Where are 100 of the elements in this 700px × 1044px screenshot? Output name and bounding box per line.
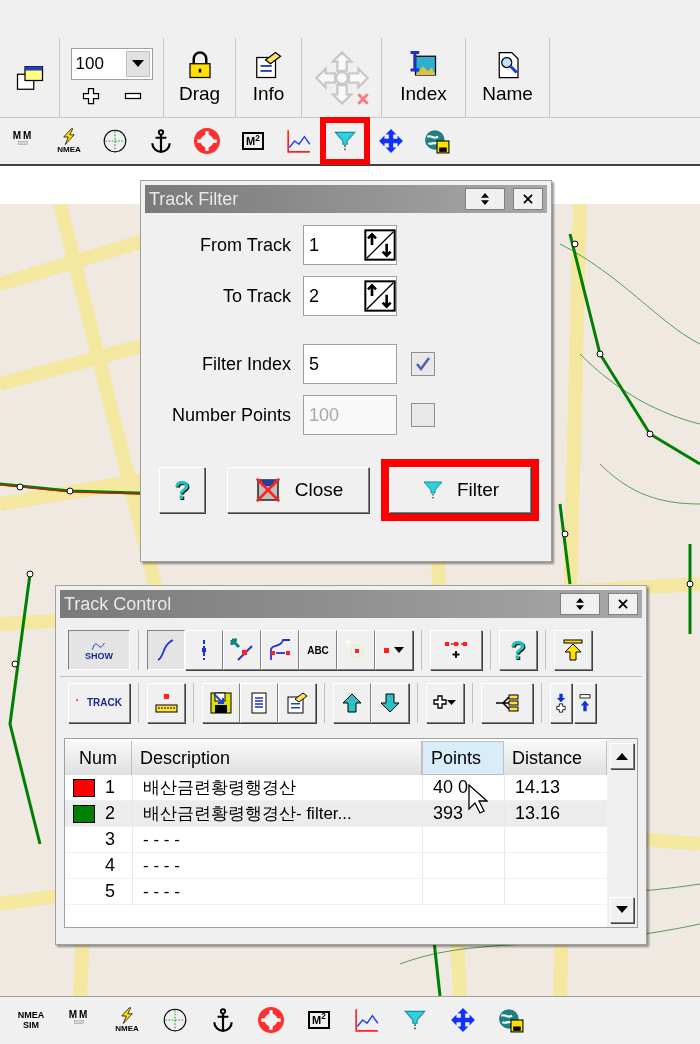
- list-button[interactable]: [240, 682, 278, 723]
- anchor-icon: [210, 1006, 236, 1033]
- table-cell-text: 1: [105, 776, 115, 799]
- filter-button[interactable]: Filter: [389, 467, 531, 513]
- field-label: From Track: [199, 233, 292, 257]
- window-title: Track Control: [64, 592, 173, 616]
- track-point: [561, 530, 569, 538]
- magnifier-document-tool-button[interactable]: Name: [482, 49, 533, 106]
- close-button[interactable]: [513, 188, 543, 210]
- caret-icon: [131, 60, 144, 68]
- checkbox[interactable]: [411, 352, 435, 376]
- sparkle-point-button[interactable]: [337, 630, 375, 670]
- table-cell-text: 3: [105, 828, 115, 851]
- arrow-top-button[interactable]: [554, 630, 592, 670]
- point-dropdown-icon: [383, 646, 405, 654]
- vertical-point-icon: [201, 638, 207, 662]
- input-field[interactable]: 5: [303, 344, 397, 384]
- nmeasim-tool-button[interactable]: NMEA SIM: [10, 999, 52, 1040]
- vertical-point-button[interactable]: [185, 630, 223, 670]
- column-header[interactable]: Distance: [504, 741, 607, 775]
- plus-dropdown-button[interactable]: [426, 682, 464, 723]
- spin-arrows-icon: [364, 280, 396, 312]
- zoom-combo-box[interactable]: 100: [70, 48, 153, 80]
- move-point-button[interactable]: [223, 630, 261, 670]
- close-icon: [521, 192, 535, 206]
- zoom-in-button[interactable]: [80, 86, 101, 106]
- field-label: Number Points: [170, 403, 292, 427]
- show-tracks-button[interactable]: SHOW: [68, 630, 130, 670]
- table-cell: - - - -: [143, 882, 180, 901]
- down-arrow-button[interactable]: [371, 682, 409, 723]
- track-point: [596, 350, 604, 358]
- track-button[interactable]: TRACK: [68, 682, 130, 723]
- nmea-tool-button[interactable]: NMEA: [48, 121, 90, 161]
- track-point: [11, 660, 19, 668]
- down-arrow-icon: [378, 690, 402, 715]
- table-cell: - - - -: [143, 856, 180, 875]
- column-header[interactable]: Num: [65, 741, 132, 775]
- point-dropdown-button[interactable]: [375, 630, 413, 670]
- move-point-icon: [230, 638, 254, 662]
- lifebuoy-icon: [194, 128, 220, 154]
- up-arrow-button[interactable]: [333, 682, 371, 723]
- scrollbar[interactable]: [607, 739, 637, 927]
- funnel-icon: [420, 478, 445, 502]
- up-triangle-icon: [616, 752, 628, 760]
- checkmark-icon: [415, 356, 431, 372]
- four-way-arrows-icon: [450, 1006, 476, 1033]
- track-point: [26, 570, 34, 578]
- close-button[interactable]: [608, 593, 638, 615]
- table-cell-text: 4: [105, 854, 115, 877]
- track-point: [571, 240, 579, 248]
- spin-field[interactable]: 2: [303, 276, 397, 316]
- minus-up-arrow-button[interactable]: [574, 682, 596, 723]
- picture-tool-button[interactable]: Index: [400, 49, 447, 106]
- close-button[interactable]: Close: [227, 467, 369, 513]
- field-label: To Track: [221, 284, 292, 308]
- clipboard-tool-button[interactable]: Info: [252, 49, 285, 106]
- add-points-button[interactable]: [430, 630, 482, 670]
- track-point: [646, 430, 654, 438]
- grid-circle-icon: [102, 128, 128, 154]
- clipboard-button[interactable]: [278, 682, 316, 723]
- spin-arrows-icon: [364, 229, 396, 261]
- label-button[interactable]: ABC: [299, 630, 337, 670]
- collapse-button[interactable]: [465, 188, 505, 210]
- clipboard-icon: [253, 49, 284, 80]
- scroll-up-button[interactable]: [610, 743, 634, 769]
- table-cell-text: 5: [105, 880, 115, 903]
- curve-button[interactable]: [147, 630, 185, 670]
- close-icon: [616, 597, 630, 611]
- scroll-down-button[interactable]: [610, 897, 634, 923]
- window-title: Track Filter: [149, 187, 240, 211]
- save-icon: [209, 690, 233, 715]
- nmea-tool-button[interactable]: NMEA: [106, 999, 148, 1040]
- column-header[interactable]: Description: [132, 741, 422, 775]
- tree-button[interactable]: [481, 682, 533, 723]
- four-way-arrows-icon: [378, 128, 404, 154]
- collapse-button[interactable]: [560, 593, 600, 615]
- table-cell: - - - -: [143, 830, 180, 849]
- table-cell-text: 2: [105, 802, 115, 825]
- ruler-point-button[interactable]: [147, 682, 185, 723]
- spin-field[interactable]: 1: [303, 225, 397, 265]
- dropdown-button[interactable]: [125, 51, 150, 77]
- insert-point-icon: [268, 638, 292, 662]
- save-button[interactable]: [202, 682, 240, 723]
- line-chart-icon: [286, 128, 312, 154]
- m2-tool-button[interactable]: M$^{2}$: [232, 121, 274, 161]
- lock-tool-button[interactable]: Drag: [178, 49, 221, 106]
- m2-tool-button[interactable]: M$^{2}$: [298, 999, 340, 1040]
- insert-point-button[interactable]: [261, 630, 299, 670]
- table-cell-text: 14.13: [515, 776, 561, 799]
- globe-floppy-icon: [424, 128, 450, 154]
- track-point: [686, 580, 694, 588]
- mm-tool-button[interactable]: MM: [58, 999, 100, 1040]
- track-point: [16, 483, 24, 491]
- clipboard-icon: [285, 690, 309, 715]
- column-header[interactable]: Points: [422, 741, 504, 775]
- mm-tool-button[interactable]: MM: [2, 121, 44, 161]
- anchor-icon: [148, 128, 174, 154]
- table-cell: 배산금련황령행경산: [143, 778, 296, 797]
- plus-down-arrow-button[interactable]: [550, 682, 572, 723]
- grid-circle-icon: [162, 1006, 188, 1033]
